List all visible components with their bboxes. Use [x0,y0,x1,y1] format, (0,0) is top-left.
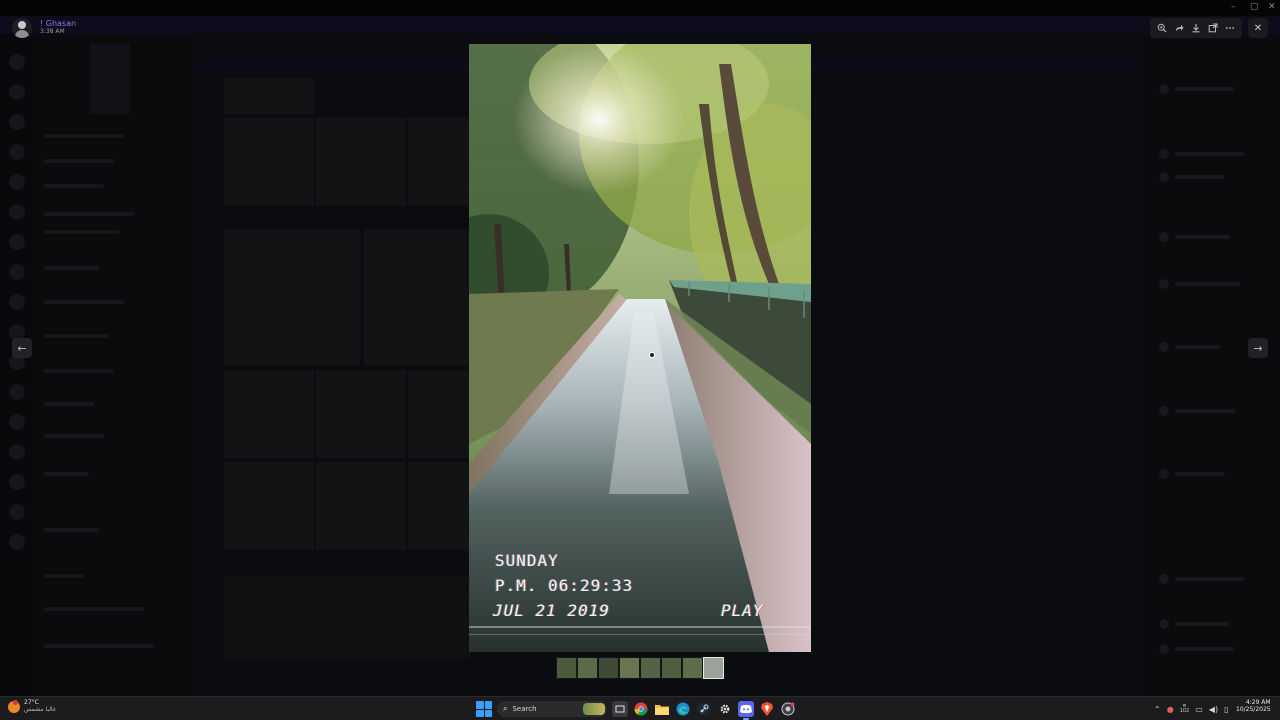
author-avatar[interactable] [12,18,32,38]
search-placeholder: Search [512,705,537,713]
media-toolbar [1150,18,1242,38]
folder-glyph [655,705,669,715]
taskbar: 27°C غالبا مشمس ⌕ Search ⌃ ● ≡ 102 ▭ ◀) … [0,696,1280,720]
thumbnail-item[interactable] [556,657,577,679]
system-tray: ⌃ ● ≡ 102 ▭ ◀) ▯ [1154,700,1228,718]
brave-glyph [761,702,773,716]
edge-glyph [676,702,690,716]
github-desktop-icon[interactable] [780,701,796,717]
background-channel-list [34,34,192,696]
thumbnail-item[interactable] [619,657,640,679]
thumbnail-item[interactable] [577,657,598,679]
media-image[interactable]: SUNDAY P.M. 06:29:33 JUL 21 2019 PLAY [469,44,811,652]
zoom-in-button[interactable] [1154,20,1170,36]
vhs-play-label: PLAY [721,601,764,620]
tray-chevron-up-icon[interactable]: ⌃ [1154,705,1161,714]
close-viewer-button[interactable]: ✕ [1248,18,1268,38]
vhs-day-label: SUNDAY [495,551,559,570]
task-view-icon[interactable] [612,701,628,717]
edge-icon[interactable] [675,701,691,717]
mouse-cursor [649,352,655,358]
search-highlight-image [583,703,605,715]
chrome-icon[interactable] [633,701,649,717]
gear-glyph [720,704,730,714]
open-external-button[interactable] [1205,20,1221,36]
settings-gear-icon[interactable] [717,701,733,717]
thumbnail-item[interactable] [598,657,619,679]
discord-icon[interactable] [738,701,754,720]
media-author[interactable]: ! Ghasan 3:38 AM [12,16,76,40]
close-icon: ✕ [1253,22,1263,34]
steam-icon[interactable] [696,701,712,717]
windows-start-icon[interactable] [476,701,492,717]
previous-media-button[interactable]: ← [12,338,32,358]
volume-icon[interactable]: ◀) [1209,705,1218,714]
arrow-left-icon: ← [17,341,27,355]
background-member-list [1147,34,1280,696]
vhs-time-label: P.M. 06:29:33 [495,576,634,595]
weather-widget[interactable]: 27°C غالبا مشمس [8,699,57,713]
vhs-date-label: JUL 21 2019 [493,601,610,620]
clock-date: 10/25/2025 [1236,705,1271,713]
weather-sun-icon [8,699,20,713]
window-close-icon: ✕ [1268,2,1276,12]
tray-counter[interactable]: ≡ 102 [1180,704,1190,714]
open-external-icon [1208,23,1218,33]
thumbnail-item[interactable] [682,657,703,679]
background-server-list [0,34,34,696]
background-media-grid [224,78,470,658]
taskbar-apps: ⌕ Search [476,699,796,720]
microphone-icon[interactable]: ● [1167,705,1174,714]
background-banner [0,16,1280,34]
thumbnail-item[interactable] [640,657,661,679]
maximize-icon: ▢ [1250,2,1259,12]
weather-description: غالبا مشمس [24,705,57,713]
network-icon[interactable]: ▭ [1195,705,1203,714]
author-timestamp: 3:38 AM [40,28,65,36]
next-media-button[interactable]: → [1248,338,1268,358]
minimize-icon: – [1231,2,1236,12]
share-icon [1175,25,1184,31]
share-button[interactable] [1171,20,1187,36]
thumbnail-strip [556,657,724,679]
taskbar-search[interactable]: ⌕ Search [497,701,607,717]
thumbnail-item[interactable] [661,657,682,679]
search-icon: ⌕ [503,704,508,713]
file-explorer-icon[interactable] [654,701,670,717]
github-glyph [781,702,795,716]
discord-glyph [740,704,752,714]
background-titlebar: – ▢ ✕ [0,0,1280,16]
download-button[interactable] [1188,20,1204,36]
more-icon [1226,27,1235,29]
battery-icon[interactable]: ▯ [1224,705,1228,714]
arrow-right-icon: → [1253,341,1263,355]
task-view-glyph [615,705,625,713]
steam-glyph [697,702,711,716]
download-icon [1192,24,1200,33]
chrome-glyph [634,702,648,716]
brave-icon[interactable] [759,701,775,717]
thumbnail-item[interactable] [703,657,724,679]
tray-counter-value: 102 [1179,708,1190,714]
taskbar-clock[interactable]: 4:29 AM 10/25/2025 [1236,699,1271,714]
more-button[interactable] [1222,20,1238,36]
zoom-in-icon [1157,23,1167,33]
